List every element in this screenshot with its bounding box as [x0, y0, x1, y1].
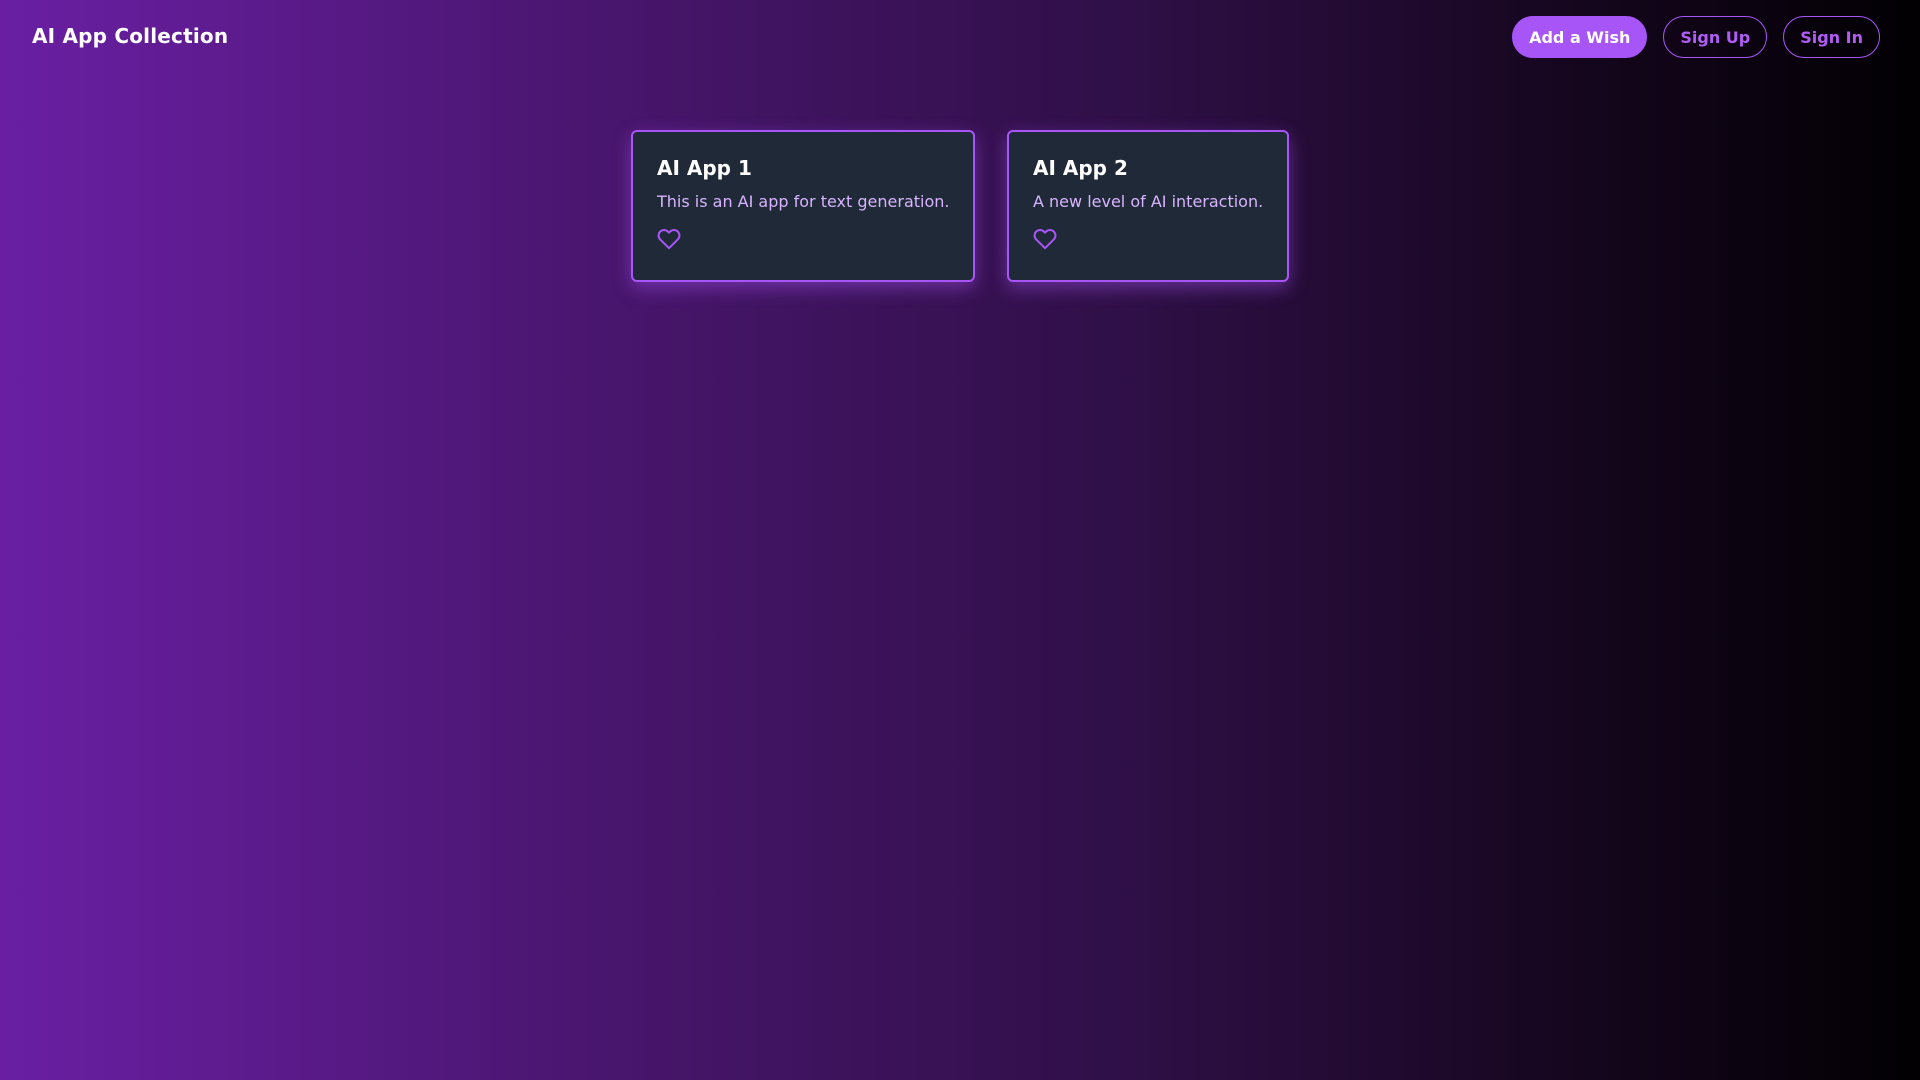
add-wish-button[interactable]: Add a Wish	[1512, 16, 1648, 58]
sign-up-button[interactable]: Sign Up	[1663, 16, 1768, 58]
heart-icon[interactable]	[657, 227, 681, 251]
heart-icon[interactable]	[1033, 227, 1057, 251]
app-card[interactable]: AI App 2 A new level of AI interaction.	[1007, 130, 1289, 282]
app-card-grid: AI App 1 This is an AI app for text gene…	[631, 130, 1289, 282]
app-card-description: A new level of AI interaction.	[1033, 192, 1264, 211]
header-nav: Add a Wish Sign Up Sign In	[1512, 16, 1880, 58]
header: AI App Collection Add a Wish Sign Up Sig…	[0, 0, 1920, 74]
sign-in-button[interactable]: Sign In	[1783, 16, 1880, 58]
app-title: AI App Collection	[32, 24, 229, 48]
app-card-title: AI App 2	[1033, 156, 1128, 180]
app-card-title: AI App 1	[657, 156, 752, 180]
app-card[interactable]: AI App 1 This is an AI app for text gene…	[631, 130, 975, 282]
app-card-description: This is an AI app for text generation.	[657, 192, 950, 211]
